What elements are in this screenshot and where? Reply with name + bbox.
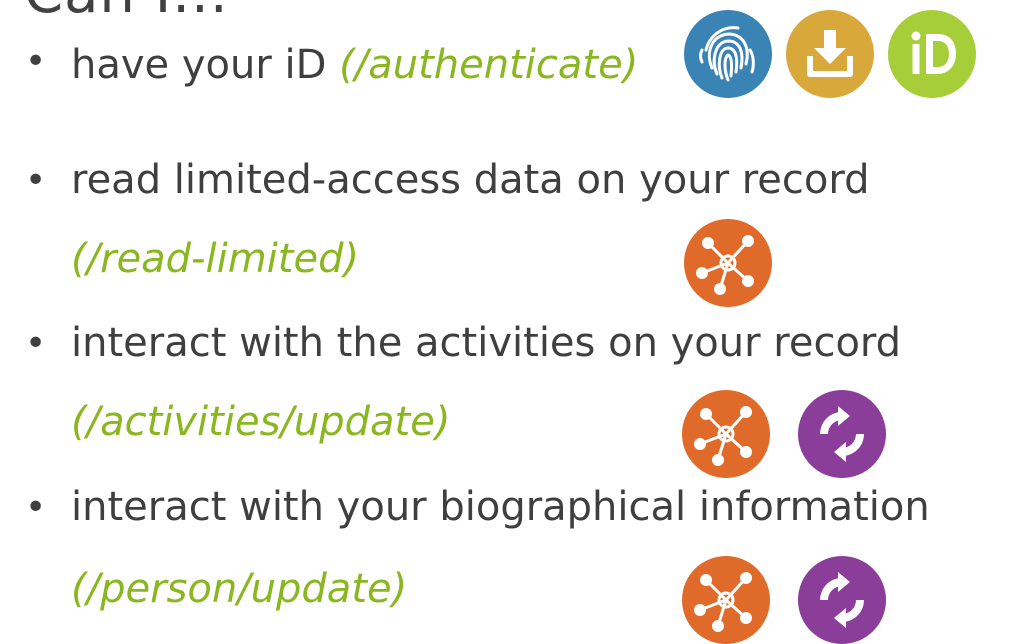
- item-text: have your iD (/authenticate): [71, 45, 638, 85]
- item-scope: (/authenticate): [339, 42, 639, 88]
- bullet: •: [25, 41, 47, 82]
- network-hub-icon: [684, 219, 772, 307]
- refresh-icon: [798, 556, 886, 644]
- refresh-icon: [798, 390, 886, 478]
- item-label: have your iD: [71, 42, 340, 88]
- bullet: •: [25, 323, 47, 364]
- item-label: interact with your biographical informat…: [71, 484, 930, 530]
- item-scope: (/read-limited): [71, 236, 360, 282]
- network-hub-icon: [682, 556, 770, 644]
- download-icon: [786, 10, 874, 98]
- item-label: interact with the activities on your rec…: [71, 320, 902, 366]
- fingerprint-icon: [684, 10, 772, 98]
- bullet: •: [25, 487, 47, 528]
- bullet: •: [25, 160, 47, 201]
- slide-title: Can I...: [24, 0, 229, 22]
- orcid-id-icon: [888, 10, 976, 98]
- item-scope: (/person/update): [71, 566, 408, 612]
- network-hub-icon: [682, 390, 770, 478]
- item-scope: (/activities/update): [71, 399, 451, 445]
- item-label: read limited-access data on your record: [71, 157, 870, 203]
